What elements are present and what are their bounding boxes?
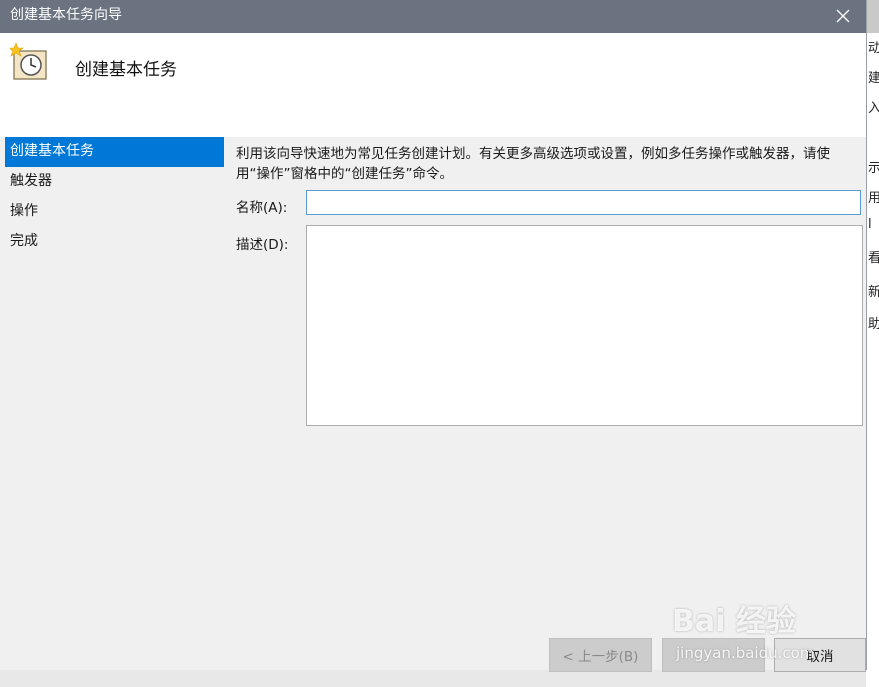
name-label: 名称(A): [236,200,288,216]
scheduled-task-clock-icon [10,43,47,80]
page-heading: 创建基本任务 [75,60,177,80]
bg-text-9: 助 [868,317,879,332]
bg-text-2: 建 [868,71,879,86]
wizard-description: 利用该向导快速地为常见任务创建计划。有关更多高级选项或设置，例如多任务操作或触发… [236,146,830,182]
description-textarea[interactable] [306,225,863,426]
wizard-header: 创建基本任务 [0,33,866,137]
step-action[interactable]: 操作 [5,197,224,227]
bg-text-1: 动 [868,41,879,56]
window-title: 创建基本任务向导 [10,7,122,23]
close-icon [836,9,850,22]
watermark-main: Bai 经验 [672,604,796,639]
bg-text-4: 示 [868,161,879,176]
wizard-content: 利用该向导快速地为常见任务创建计划。有关更多高级选项或设置，例如多任务操作或触发… [236,144,862,184]
next-button[interactable] [662,638,765,672]
step-finish[interactable]: 完成 [5,227,224,257]
bg-text-3: 入 [868,101,879,116]
close-button[interactable] [820,0,866,31]
bg-text-6: l [868,217,872,232]
wizard-steps: 创建基本任务 触发器 操作 完成 [5,137,224,257]
description-label: 描述(D): [236,237,289,253]
create-basic-task-wizard: 创建基本任务向导 创建基本任务 创建基本任务 触发器 操作 完成 利用该向导快速… [0,0,867,672]
bg-text-8: 新 [868,285,879,300]
name-input[interactable] [306,190,861,215]
bg-text-7: 看 [868,251,879,266]
step-create-basic-task[interactable]: 创建基本任务 [5,137,224,167]
background-window-strip: 动 建 入 示 用 l 看 新 助 [866,33,879,687]
bg-text-5: 用 [868,191,879,206]
title-bar: 创建基本任务向导 [0,0,866,33]
cancel-button[interactable]: 取消 [774,638,866,672]
baidu-watermark: Bai 经验 jingyan.baidu.com [672,596,814,662]
back-button[interactable]: < 上一步(B) [549,638,652,672]
step-trigger[interactable]: 触发器 [5,167,224,197]
background-window-bottom [0,670,866,687]
